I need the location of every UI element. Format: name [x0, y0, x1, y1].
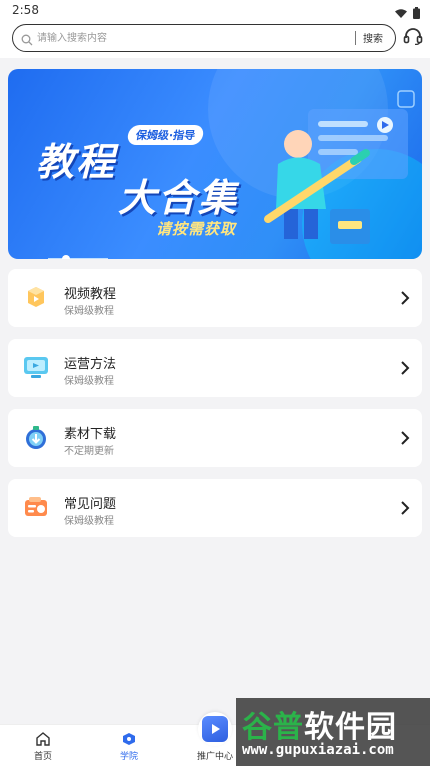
card-material-download[interactable]: 素材下载 不定期更新: [8, 409, 422, 467]
card-title: 常见问题: [64, 497, 117, 512]
banner-slider-decor: [48, 255, 108, 259]
nav-item-academy[interactable]: 学院: [86, 725, 172, 766]
status-bar: 2:58: [0, 0, 430, 20]
chevron-right-icon: [400, 430, 410, 450]
chevron-right-icon: [400, 290, 410, 310]
card-faq[interactable]: 常见问题 保姆级教程: [8, 479, 422, 537]
banner-tag: 保姆级·指导: [126, 125, 205, 145]
promotion-icon[interactable]: [198, 712, 232, 746]
banner-title-line2: 大合集: [118, 176, 239, 220]
watermark: 谷普软件园 www.gupuxiazai.com: [236, 698, 430, 766]
search-divider: [355, 31, 356, 45]
nav-label-academy: 学院: [119, 752, 138, 762]
card-subtitle: 保姆级教程: [64, 306, 114, 317]
home-icon: [35, 731, 51, 750]
monitor-icon: [20, 351, 52, 383]
promotion-icon-inner: [202, 716, 228, 742]
card-operation-methods[interactable]: 运营方法 保姆级教程: [8, 339, 422, 397]
search-box[interactable]: 搜索: [12, 24, 396, 52]
banner-title-line1: 教程: [36, 140, 117, 184]
status-time: 2:58: [12, 3, 39, 17]
watermark-url: www.gupuxiazai.com: [242, 742, 394, 758]
chevron-right-icon: [400, 500, 410, 520]
nav-item-home[interactable]: 首页: [0, 725, 86, 766]
search-button[interactable]: 搜索: [363, 30, 383, 45]
watermark-title: 谷普软件园: [242, 702, 397, 746]
chevron-right-icon: [400, 360, 410, 380]
tutorial-banner[interactable]: 教程 保姆级·指导 大合集 请按需获取: [8, 69, 422, 259]
watermark-title-white: 软件园: [304, 710, 397, 745]
academy-icon: [121, 731, 137, 750]
question-icon: [20, 491, 52, 523]
search-input[interactable]: [37, 28, 337, 48]
card-subtitle: 不定期更新: [64, 446, 114, 457]
search-bar: 搜索: [0, 20, 430, 58]
headset-icon[interactable]: [403, 27, 423, 49]
card-title: 视频教程: [64, 287, 117, 302]
watermark-title-green: 谷普: [242, 710, 304, 745]
nav-label-home: 首页: [33, 752, 52, 762]
banner-subtitle: 请按需获取: [156, 220, 237, 238]
card-video-tutorial[interactable]: 视频教程 保姆级教程: [8, 269, 422, 327]
search-icon: [21, 31, 33, 50]
card-subtitle: 保姆级教程: [64, 376, 114, 387]
card-title: 运营方法: [64, 357, 117, 372]
download-icon: [20, 421, 52, 453]
card-subtitle: 保姆级教程: [64, 516, 114, 527]
banner-illustration-icon: [264, 90, 415, 244]
video-icon: [20, 281, 52, 313]
card-title: 素材下载: [64, 427, 117, 442]
